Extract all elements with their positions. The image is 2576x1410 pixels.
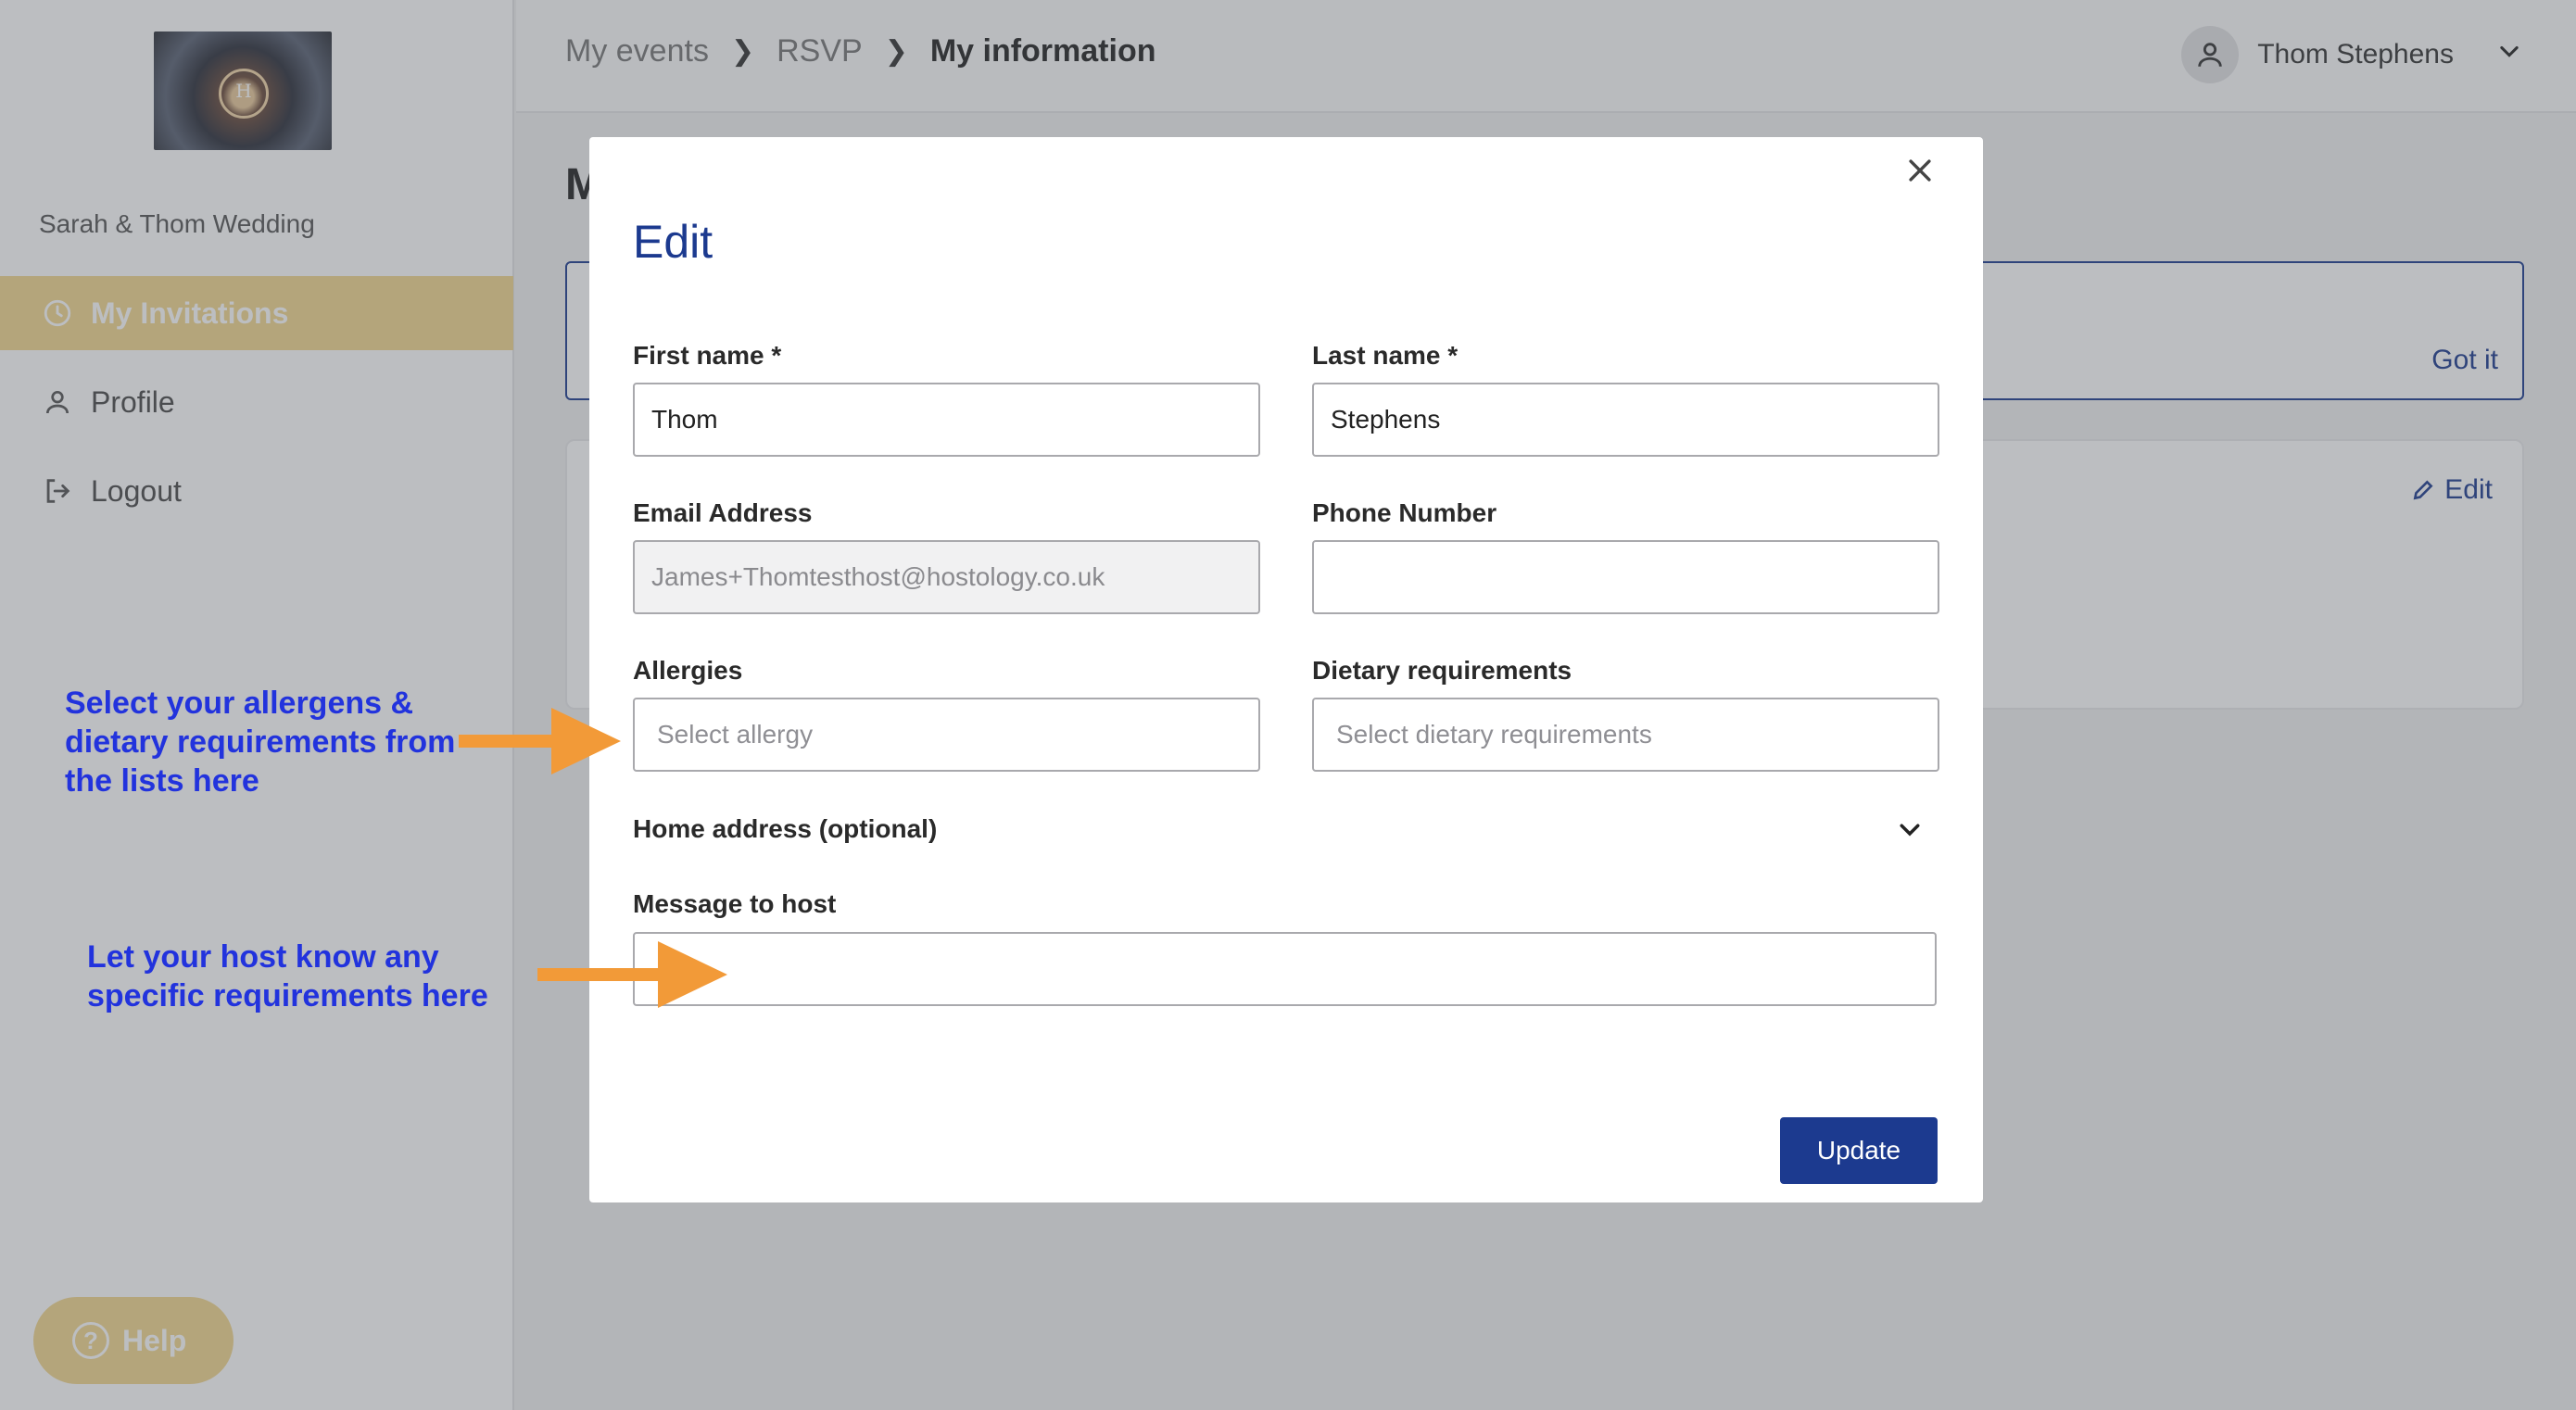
home-address-label: Home address (optional) — [633, 814, 938, 843]
host-annotation: Let your host know any specific requirem… — [87, 938, 488, 1015]
annotation-line: specific requirements here — [87, 978, 488, 1013]
allergies-label: Allergies — [633, 656, 743, 685]
allergies-select[interactable]: Select allergy — [633, 698, 1260, 772]
email-label: Email Address — [633, 498, 813, 527]
update-button[interactable]: Update — [1780, 1117, 1938, 1184]
home-address-toggle[interactable]: Home address (optional) — [633, 810, 1937, 849]
phone-label: Phone Number — [1312, 498, 1497, 527]
annotation-line: Let your host know any — [87, 939, 439, 975]
message-to-host-field[interactable] — [633, 932, 1937, 1006]
chevron-down-icon — [1900, 824, 1920, 837]
modal-title: Edit — [633, 216, 713, 268]
arrow-right-icon — [459, 708, 621, 774]
annotation-line: Select your allergens & — [65, 686, 414, 721]
annotation-line: the lists here — [65, 763, 259, 799]
phone-field[interactable] — [1312, 540, 1939, 614]
close-icon[interactable] — [1896, 146, 1944, 195]
first-name-field[interactable] — [633, 383, 1260, 457]
allergens-annotation: Select your allergens & dietary requirem… — [65, 684, 455, 800]
annotation-line: dietary requirements from — [65, 724, 456, 760]
first-name-label: First name * — [633, 341, 782, 370]
edit-modal: Edit First name * Last name * Email Addr… — [589, 137, 1983, 1202]
dietary-label: Dietary requirements — [1312, 656, 1572, 685]
dietary-select[interactable]: Select dietary requirements — [1312, 698, 1939, 772]
last-name-field[interactable] — [1312, 383, 1939, 457]
email-field — [633, 540, 1260, 614]
arrow-right-icon — [537, 941, 727, 1008]
last-name-label: Last name * — [1312, 341, 1458, 370]
message-label: Message to host — [633, 889, 837, 918]
